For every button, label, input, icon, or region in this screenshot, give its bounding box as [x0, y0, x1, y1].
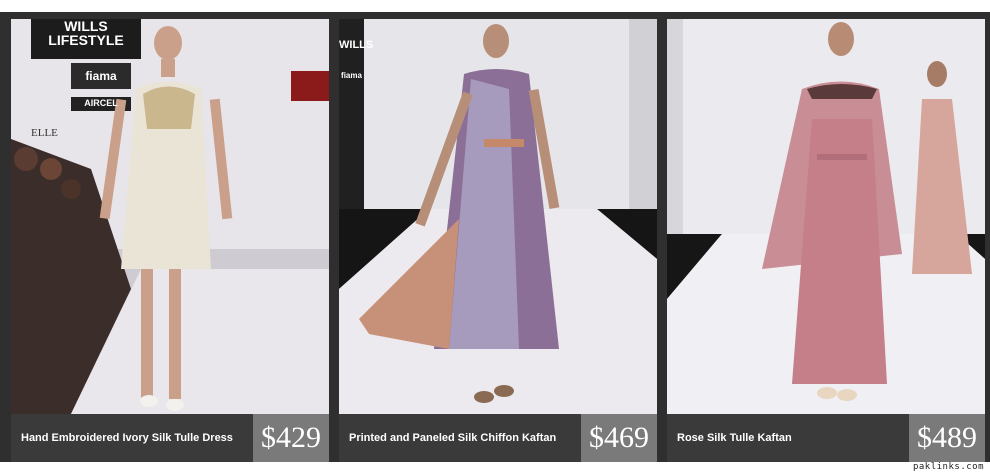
- product-name[interactable]: Printed and Paneled Silk Chiffon Kaftan: [349, 414, 581, 462]
- sponsor-logo-fiama: fiama: [341, 71, 362, 80]
- product-card-3[interactable]: Rose Silk Tulle Kaftan $489: [667, 19, 985, 462]
- product-card-2[interactable]: WILLS fiama Printed and Paneled Silk Chi…: [339, 19, 657, 462]
- product-card-1[interactable]: WILLS LIFESTYLE fiama AIRCEL ELLE Hand E…: [11, 19, 329, 462]
- product-caption-3: Rose Silk Tulle Kaftan $489: [667, 414, 985, 462]
- sponsor-logo-elle: ELLE: [31, 127, 58, 139]
- sponsor-logo-wills: WILLS: [339, 39, 374, 51]
- product-name[interactable]: Hand Embroidered Ivory Silk Tulle Dress: [21, 414, 253, 462]
- product-caption-1: Hand Embroidered Ivory Silk Tulle Dress …: [11, 414, 329, 462]
- sponsor-logo-fiama: fiama: [85, 69, 117, 83]
- product-photo-2[interactable]: WILLS fiama: [339, 19, 657, 414]
- site-watermark: paklinks.com: [912, 462, 984, 472]
- sponsor-logo-wills: WILLS LIFESTYLE: [48, 19, 124, 48]
- product-price: $429: [253, 414, 329, 462]
- product-price: $469: [581, 414, 657, 462]
- product-photo-3[interactable]: [667, 19, 985, 414]
- product-caption-2: Printed and Paneled Silk Chiffon Kaftan …: [339, 414, 657, 462]
- product-photo-1[interactable]: WILLS LIFESTYLE fiama AIRCEL ELLE: [11, 19, 329, 414]
- product-name[interactable]: Rose Silk Tulle Kaftan: [677, 414, 909, 462]
- sponsor-logo-aircel: AIRCEL: [84, 98, 118, 108]
- product-price: $489: [909, 414, 985, 462]
